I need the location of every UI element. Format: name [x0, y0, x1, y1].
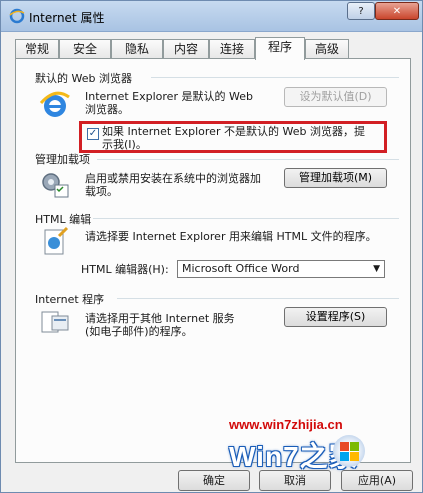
- internet-programs-desc-1: 请选择用于其他 Internet 服务: [85, 312, 235, 325]
- ok-button[interactable]: 确定: [178, 470, 250, 491]
- addons-desc-2: 载项。: [85, 185, 118, 198]
- prompt-checkbox[interactable]: ✓: [87, 128, 99, 140]
- close-button[interactable]: ✕: [375, 2, 419, 20]
- ie-logo-icon: [39, 91, 70, 117]
- html-editing-desc: 请选择要 Internet Explorer 用来编辑 HTML 文件的程序。: [85, 230, 377, 243]
- default-browser-desc-2: 浏览器。: [85, 103, 129, 116]
- tab-strip: 常规 安全 隐私 内容 连接 程序 高级: [15, 37, 410, 60]
- help-button[interactable]: ?: [347, 2, 375, 20]
- html-editor-selected-value: Microsoft Office Word: [182, 262, 300, 275]
- site-watermark: www.win7zhijia.cn Win7之家: [229, 417, 414, 472]
- html-editing-heading: HTML 编辑: [35, 213, 92, 226]
- make-default-button[interactable]: 设为默认值(D): [284, 87, 387, 107]
- prompt-checkbox-label: 如果 Internet Explorer 不是默认的 Web 浏览器，提 示我(…: [102, 125, 382, 151]
- gears-icon: [42, 173, 69, 198]
- prompt-label-line-2: 示我(I)。: [102, 138, 147, 151]
- default-browser-heading: 默认的 Web 浏览器: [35, 72, 132, 85]
- tab-general[interactable]: 常规: [15, 39, 59, 59]
- title-bar: Internet 属性 ? ✕: [1, 1, 422, 32]
- internet-programs-heading: Internet 程序: [35, 293, 105, 306]
- ie-icon: [9, 8, 25, 24]
- html-editor-select[interactable]: Microsoft Office Word ▼: [177, 260, 385, 278]
- internet-programs-desc-2: (如电子邮件)的程序。: [85, 325, 193, 338]
- tab-security[interactable]: 安全: [59, 39, 111, 59]
- apply-button[interactable]: 应用(A): [341, 470, 413, 491]
- cancel-button[interactable]: 取消: [259, 470, 331, 491]
- set-programs-button[interactable]: 设置程序(S): [284, 307, 387, 327]
- html-editor-label: HTML 编辑器(H):: [81, 263, 169, 276]
- tab-privacy[interactable]: 隐私: [111, 39, 163, 59]
- prompt-label-line-1: 如果 Internet Explorer 不是默认的 Web 浏览器，提: [102, 125, 365, 138]
- internet-properties-dialog: Internet 属性 ? ✕ 常规 安全 隐私 内容 连接 程序 高级 默认的…: [0, 0, 423, 493]
- html-editor-icon: [44, 226, 69, 255]
- windows-flag-icon: [333, 435, 365, 467]
- default-browser-prompt-option[interactable]: ✓ 如果 Internet Explorer 不是默认的 Web 浏览器，提 示…: [79, 121, 387, 153]
- tab-programs[interactable]: 程序: [255, 37, 305, 60]
- manage-addons-button[interactable]: 管理加载项(M): [284, 168, 387, 188]
- watermark-url: www.win7zhijia.cn: [229, 417, 343, 432]
- tab-connections[interactable]: 连接: [209, 39, 255, 59]
- window-title: Internet 属性: [29, 11, 105, 25]
- programs-icon: [41, 311, 69, 333]
- tab-advanced[interactable]: 高级: [305, 39, 349, 59]
- divider: [97, 159, 399, 160]
- default-browser-desc-1: Internet Explorer 是默认的 Web: [85, 90, 253, 103]
- divider: [151, 77, 399, 78]
- divider: [93, 218, 399, 219]
- chevron-down-icon[interactable]: ▼: [373, 261, 380, 277]
- addons-heading: 管理加载项: [35, 153, 90, 166]
- addons-desc-1: 启用或禁用安装在系统中的浏览器加: [85, 172, 261, 185]
- divider: [117, 298, 399, 299]
- tab-content[interactable]: 内容: [163, 39, 209, 59]
